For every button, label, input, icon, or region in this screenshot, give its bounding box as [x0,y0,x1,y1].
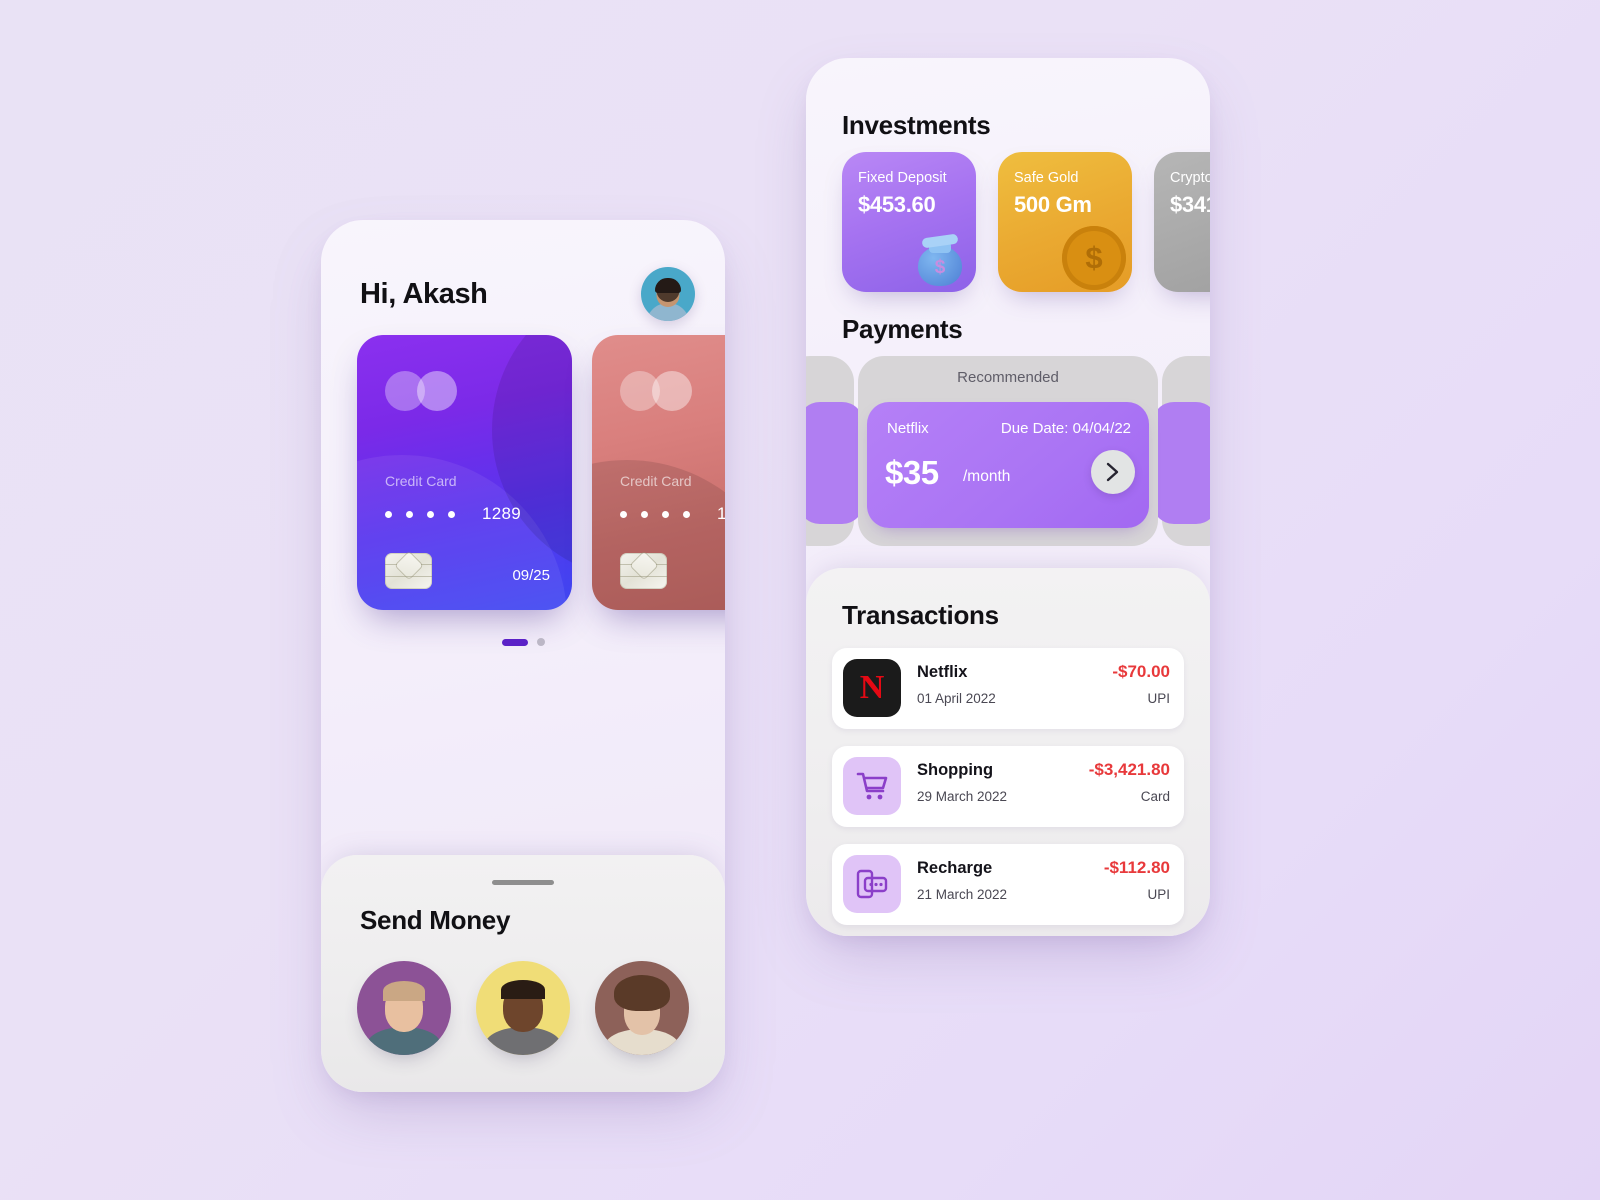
payment-detail[interactable]: Netflix Due Date: 04/04/22 $35 /month [867,402,1149,528]
credit-card-primary[interactable]: Credit Card 1289 09/25 [357,335,572,610]
payment-period: /month [963,468,1011,485]
greeting-text: Hi, Akash [360,277,488,310]
payments-carousel[interactable]: Recommended Netflix Due Date: 04/04/22 $… [806,356,1210,546]
transaction-mode: UPI [1147,691,1170,706]
transaction-name: Shopping [917,761,994,779]
payment-card-next[interactable] [1152,356,1210,546]
transaction-amount: -$3,421.80 [1088,760,1170,779]
contact-avatar-1[interactable] [357,961,451,1055]
card-last4: 1290 [717,504,725,523]
payments-title: Payments [842,314,963,344]
card-chip-icon [620,552,667,589]
payment-due-date: Due Date: 04/04/22 [1000,420,1131,437]
send-money-title: Send Money [360,905,511,935]
transaction-date: 21 March 2022 [917,887,1008,902]
card-chip-icon [385,552,432,589]
transactions-title: Transactions [842,600,999,630]
investment-card-crypto[interactable]: Crypto $341 [1154,152,1210,292]
transactions-list: N Netflix 01 April 2022 -$70.00 UPI Shop… [832,648,1184,925]
investment-name: Fixed Deposit [858,170,947,186]
gold-coin-icon: $ [1062,226,1126,290]
table-row[interactable]: Recharge 21 March 2022 -$112.80 UPI [832,844,1184,925]
table-row[interactable]: N Netflix 01 April 2022 -$70.00 UPI [832,648,1184,729]
card-last4: 1289 [482,504,522,523]
mobile-recharge-icon [843,855,901,913]
investments-carousel[interactable]: Fixed Deposit $453.60 $ $ Safe Gold 500 … [842,152,1210,292]
card-type-label: Credit Card [385,473,457,489]
investment-value: 500 Gm [1014,192,1092,217]
transaction-mode: UPI [1147,887,1170,902]
netflix-icon: N [843,659,901,717]
transaction-date: 29 March 2022 [917,789,1008,804]
pagination-dot-active[interactable] [501,638,528,646]
card-number-row: 1290 [620,504,725,524]
card-type-label: Credit Card [620,473,692,489]
card-masked-dots [620,510,690,518]
table-row[interactable]: Shopping 29 March 2022 -$3,421.80 Card [832,746,1184,827]
transaction-name: Recharge [917,859,993,877]
phone-screen-home: Hi, Akash Credit Card 1289 09/25 Credit [321,220,725,1092]
credit-card-secondary[interactable]: Credit Card 1290 [592,335,725,610]
transaction-amount: -$112.80 [1103,858,1170,877]
mastercard-logo-icon [385,371,457,411]
avatar-hair [655,277,681,293]
contact-list[interactable] [357,961,689,1055]
contact-avatar-3[interactable] [595,961,689,1055]
payment-merchant: Netflix [887,420,929,437]
transaction-mode: Card [1140,789,1170,804]
transaction-name: Netflix [917,663,968,681]
recommended-label: Recommended [957,369,1059,386]
investment-card-safe-gold[interactable]: $ Safe Gold 500 Gm [998,152,1132,292]
payment-amount: $35 [885,454,939,491]
card-masked-dots [385,510,455,518]
sheet-grabber-handle[interactable] [492,880,554,885]
money-bag-icon: $ [910,228,968,286]
payment-card-previous[interactable] [806,356,864,546]
credit-card-carousel[interactable]: Credit Card 1289 09/25 Credit Card 1290 [357,335,725,610]
contact-avatar-2[interactable] [476,961,570,1055]
shopping-cart-icon [843,757,901,815]
investment-card-fixed-deposit[interactable]: Fixed Deposit $453.60 $ [842,152,976,292]
card-number-row: 1289 [385,504,521,524]
send-money-sheet: Send Money [321,855,725,1092]
transaction-amount: -$70.00 [1112,662,1170,681]
mastercard-logo-icon [620,371,692,411]
investment-value: $453.60 [858,192,936,217]
home-header: Hi, Akash [360,264,695,324]
investments-title: Investments [842,110,991,140]
investment-value: $341 [1170,192,1210,217]
avatar[interactable] [641,267,695,321]
carousel-pagination[interactable] [321,638,725,646]
payment-card-recommended[interactable]: Recommended Netflix Due Date: 04/04/22 $… [858,356,1158,546]
chevron-right-icon[interactable] [1091,450,1135,494]
phone-screen-finance: Investments Fixed Deposit $453.60 $ $ Sa… [806,58,1210,936]
transactions-sheet: Transactions N Netflix 01 April 2022 -$7… [806,568,1210,936]
transaction-date: 01 April 2022 [917,691,996,706]
investment-name: Safe Gold [1014,170,1079,186]
pagination-dot[interactable] [536,638,545,646]
investment-name: Crypto [1170,170,1210,186]
card-expiry: 09/25 [512,567,550,584]
